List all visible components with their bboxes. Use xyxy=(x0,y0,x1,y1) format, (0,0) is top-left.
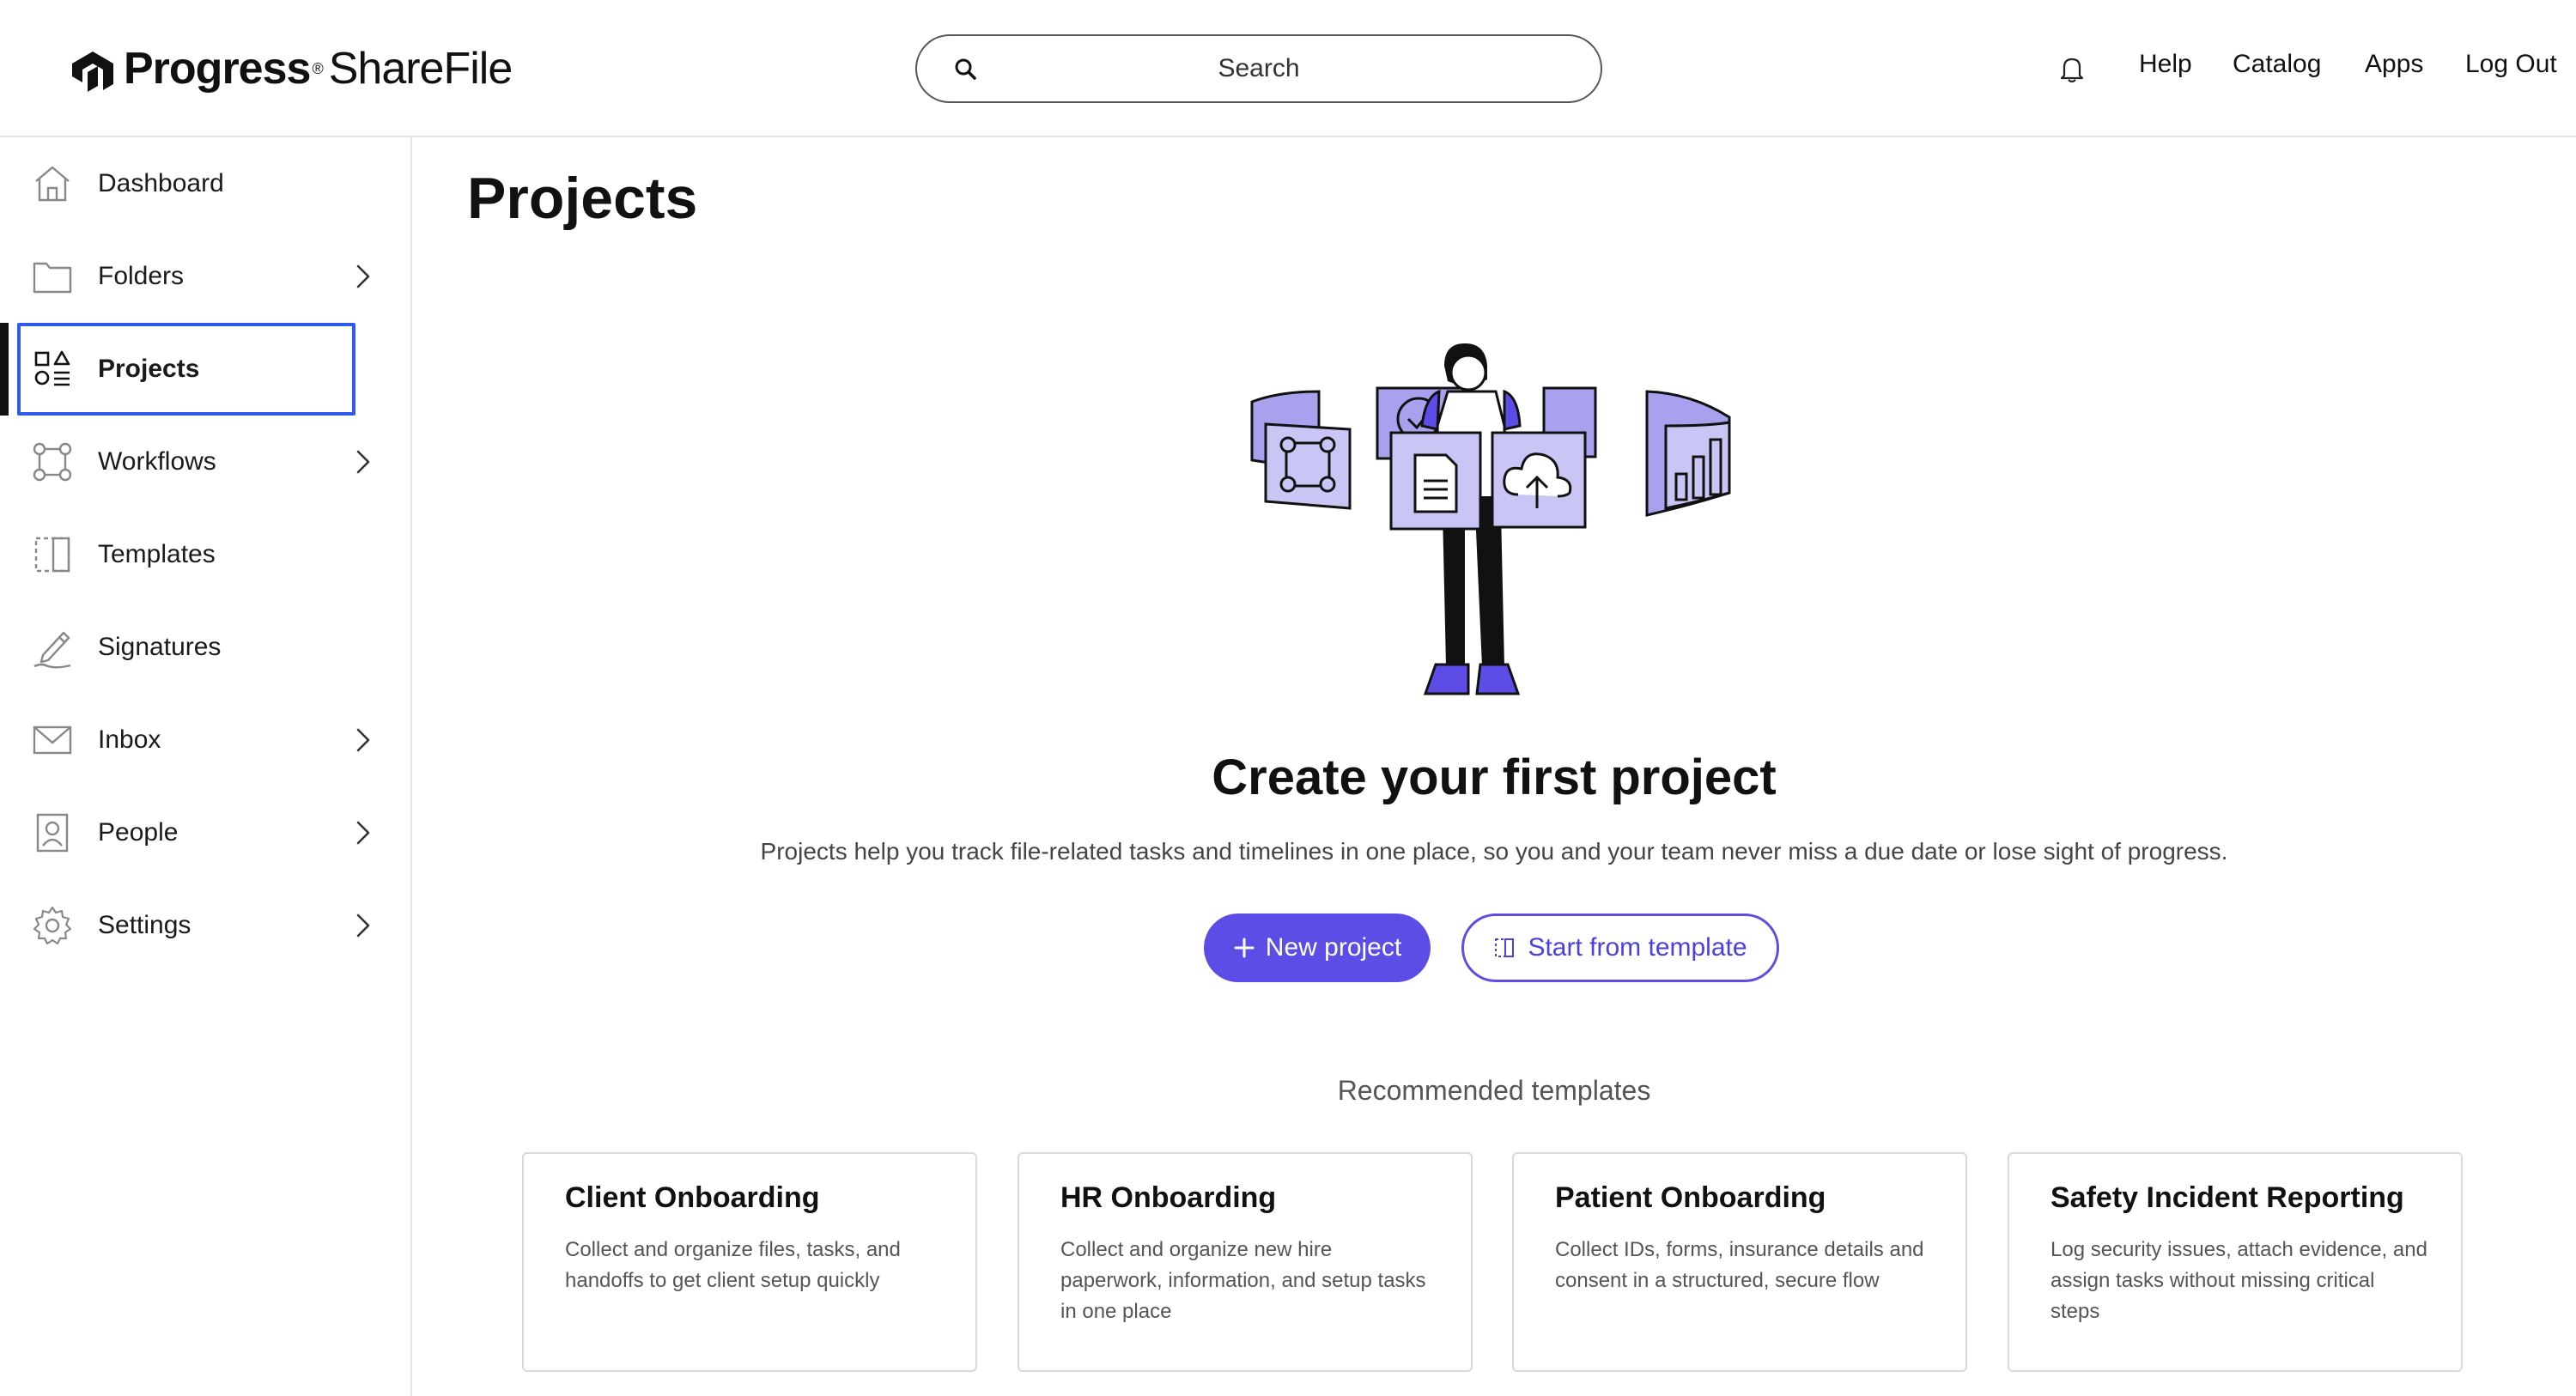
sidebar-item-inbox[interactable]: Inbox xyxy=(0,694,412,786)
logo-product-text: ShareFile xyxy=(328,44,513,94)
card-description: Collect and organize files, tasks, and h… xyxy=(565,1238,901,1292)
logo-registered-mark: ® xyxy=(312,59,324,77)
template-card-hr-onboarding[interactable]: HR Onboarding Collect and organize new h… xyxy=(1018,1152,1473,1372)
start-from-template-button[interactable]: Start from template xyxy=(1461,913,1779,982)
card-description: Log security issues, attach evidence, an… xyxy=(2050,1238,2427,1323)
empty-state-description: Projects help you track file-related tas… xyxy=(760,838,2228,865)
template-icon xyxy=(1495,938,1515,957)
recommended-templates-heading: Recommended templates xyxy=(1337,1075,1651,1106)
sidebar: Dashboard Folders Projects Workflows Tem… xyxy=(0,137,412,1396)
sidebar-item-templates[interactable]: Templates xyxy=(0,508,412,601)
home-icon xyxy=(35,166,70,202)
search-icon xyxy=(955,58,976,80)
sidebar-item-label: Signatures xyxy=(98,633,222,661)
start-from-template-label: Start from template xyxy=(1528,933,1747,962)
pen-icon xyxy=(33,631,71,669)
sidebar-item-label: Settings xyxy=(98,911,191,939)
empty-state-headline: Create your first project xyxy=(1212,750,1777,805)
new-project-button[interactable]: New project xyxy=(1204,913,1431,982)
sidebar-item-dashboard[interactable]: Dashboard xyxy=(0,137,412,230)
chevron-right-icon[interactable] xyxy=(352,446,374,477)
plus-icon xyxy=(1234,938,1255,958)
sidebar-item-label: Inbox xyxy=(98,725,161,754)
template-icon xyxy=(34,537,70,573)
chevron-right-icon[interactable] xyxy=(352,910,374,941)
search-input[interactable] xyxy=(917,36,1601,101)
apps-link[interactable]: Apps xyxy=(2365,50,2423,79)
sidebar-item-label: People xyxy=(98,818,179,847)
folder-icon xyxy=(33,262,72,294)
sidebar-item-label: Dashboard xyxy=(98,169,224,197)
search-bar[interactable] xyxy=(915,34,1602,103)
chevron-right-icon[interactable] xyxy=(352,817,374,848)
card-title: Safety Incident Reporting xyxy=(2050,1181,2404,1214)
workflow-icon xyxy=(33,442,72,482)
sidebar-item-label: Templates xyxy=(98,540,216,568)
projects-icon xyxy=(34,350,70,386)
chevron-right-icon[interactable] xyxy=(352,725,374,756)
template-card-patient-onboarding[interactable]: Patient Onboarding Collect IDs, forms, i… xyxy=(1512,1152,1967,1372)
mail-icon xyxy=(33,725,72,755)
sidebar-item-label: Projects xyxy=(98,355,200,383)
gear-icon xyxy=(33,906,72,945)
sidebar-item-folders[interactable]: Folders xyxy=(0,230,412,323)
sidebar-item-people[interactable]: People xyxy=(0,786,412,879)
logo[interactable]: Progress ® ShareFile xyxy=(69,38,513,100)
catalog-link[interactable]: Catalog xyxy=(2233,50,2321,79)
card-description: Collect and organize new hire paperwork,… xyxy=(1060,1238,1426,1323)
bell-icon[interactable] xyxy=(2057,53,2087,84)
sidebar-item-projects[interactable]: Projects xyxy=(0,323,412,416)
card-title: HR Onboarding xyxy=(1060,1181,1277,1214)
template-card-client-onboarding[interactable]: Client Onboarding Collect and organize f… xyxy=(522,1152,977,1372)
card-description: Collect IDs, forms, insurance details an… xyxy=(1555,1238,1924,1292)
sidebar-item-workflows[interactable]: Workflows xyxy=(0,416,412,508)
new-project-label: New project xyxy=(1265,933,1402,962)
sidebar-item-signatures[interactable]: Signatures xyxy=(0,601,412,694)
person-icon xyxy=(36,813,69,853)
template-card-safety-incident-reporting[interactable]: Safety Incident Reporting Log security i… xyxy=(2008,1152,2463,1372)
logo-text: Progress xyxy=(124,44,311,94)
logout-link[interactable]: Log Out xyxy=(2465,50,2557,79)
sidebar-item-label: Workflows xyxy=(98,447,216,476)
chevron-right-icon[interactable] xyxy=(352,261,374,292)
card-title: Client Onboarding xyxy=(565,1181,820,1214)
help-link[interactable]: Help xyxy=(2139,50,2192,79)
top-bar: Progress ® ShareFile Help Catalog Apps L… xyxy=(0,0,2576,137)
progress-logo-icon xyxy=(72,52,113,92)
card-title: Patient Onboarding xyxy=(1555,1181,1826,1214)
sidebar-item-settings[interactable]: Settings xyxy=(0,879,412,972)
empty-state-illustration xyxy=(1250,343,1731,695)
page-title: Projects xyxy=(467,166,698,231)
sidebar-item-label: Folders xyxy=(98,262,185,290)
